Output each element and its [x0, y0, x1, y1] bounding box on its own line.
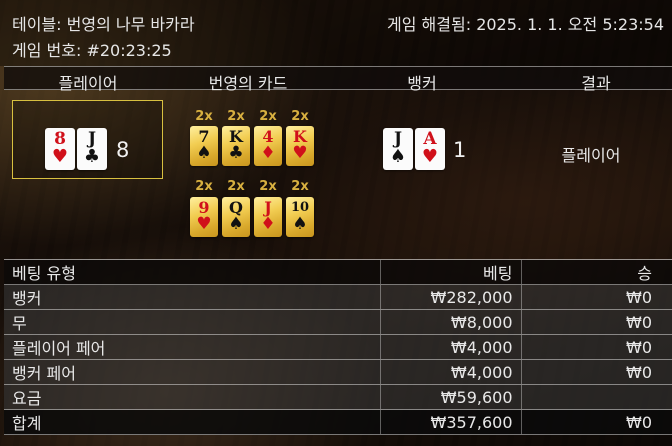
fortune-card: J ♦ [254, 197, 282, 237]
bet-amount: ₩4,000 [379, 334, 521, 360]
multiplier-label: 2x [259, 179, 277, 194]
bet-type: 요금 [4, 384, 380, 410]
bet-type: 뱅커 [4, 284, 380, 310]
header-win: 승 [520, 259, 672, 285]
win-amount [520, 384, 672, 410]
game-number: 게임 번호: #20:23:25 [12, 41, 172, 60]
table-name: 테이블: 번영의 나무 바카라 [12, 15, 195, 34]
fortune-card: 10 ♠ [286, 197, 314, 237]
table-row: 플레이어 페어 ₩4,000 ₩0 [4, 334, 672, 360]
player-card: 8 ♥ [45, 128, 75, 170]
fortune-card: 7 ♠ [190, 126, 218, 166]
bet-amount: ₩282,000 [379, 284, 521, 310]
multiplier-label: 2x [291, 179, 309, 194]
total-bet: ₩357,600 [379, 409, 521, 435]
banker-card: J ♠ [383, 128, 413, 170]
col-fortune-cards: 번영의 카드 [208, 74, 288, 93]
fortune-card: 9 ♥ [190, 197, 218, 237]
win-amount: ₩0 [520, 359, 672, 385]
table-row: 무 ₩8,000 ₩0 [4, 309, 672, 335]
multiplier-label: 2x [195, 179, 213, 194]
bet-amount: ₩4,000 [379, 359, 521, 385]
bet-type: 플레이어 페어 [4, 334, 380, 360]
player-score: 8 [116, 138, 130, 162]
round-header: 플레이어 번영의 카드 뱅커 결과 [4, 66, 672, 93]
banker-score: 1 [453, 138, 467, 162]
player-card: J ♣ [77, 128, 107, 170]
bets-table: 베팅 유형 베팅 승 뱅커 ₩282,000 ₩0 무 ₩8,000 ₩0 플레… [4, 259, 672, 435]
win-amount: ₩0 [520, 309, 672, 335]
table-row: 뱅커 페어 ₩4,000 ₩0 [4, 359, 672, 385]
col-banker: 뱅커 [407, 74, 437, 93]
win-amount: ₩0 [520, 334, 672, 360]
bet-type: 뱅커 페어 [4, 359, 380, 385]
total-label: 합계 [4, 409, 380, 435]
header-bet: 베팅 [379, 259, 521, 285]
multiplier-label: 2x [227, 179, 245, 194]
multiplier-label: 2x [227, 109, 245, 124]
col-player: 플레이어 [58, 74, 118, 93]
bet-amount: ₩8,000 [379, 309, 521, 335]
banker-card: A ♥ [415, 128, 445, 170]
fortune-card: Q ♠ [222, 197, 250, 237]
result-text: 플레이어 [561, 146, 621, 165]
table-row: 요금 ₩59,600 [4, 384, 672, 410]
multiplier-label: 2x [291, 109, 309, 124]
multiplier-label: 2x [259, 109, 277, 124]
col-result: 결과 [581, 74, 611, 93]
total-row: 합계 ₩357,600 ₩0 [4, 409, 672, 435]
bets-header-row: 베팅 유형 베팅 승 [4, 259, 672, 285]
game-info-header: 테이블: 번영의 나무 바카라 게임 번호: #20:23:25 게임 해결됨:… [0, 0, 672, 66]
multiplier-label: 2x [195, 109, 213, 124]
fortune-card: K ♥ [286, 126, 314, 166]
fortune-card: 4 ♦ [254, 126, 282, 166]
fortune-card: K ♣ [222, 126, 250, 166]
table-row: 뱅커 ₩282,000 ₩0 [4, 284, 672, 310]
resolved-time: 게임 해결됨: 2025. 1. 1. 오전 5:23:54 [387, 15, 664, 34]
bet-type: 무 [4, 309, 380, 335]
header-bet-type: 베팅 유형 [4, 259, 380, 285]
bet-amount: ₩59,600 [379, 384, 521, 410]
total-win: ₩0 [520, 409, 672, 435]
win-amount: ₩0 [520, 284, 672, 310]
